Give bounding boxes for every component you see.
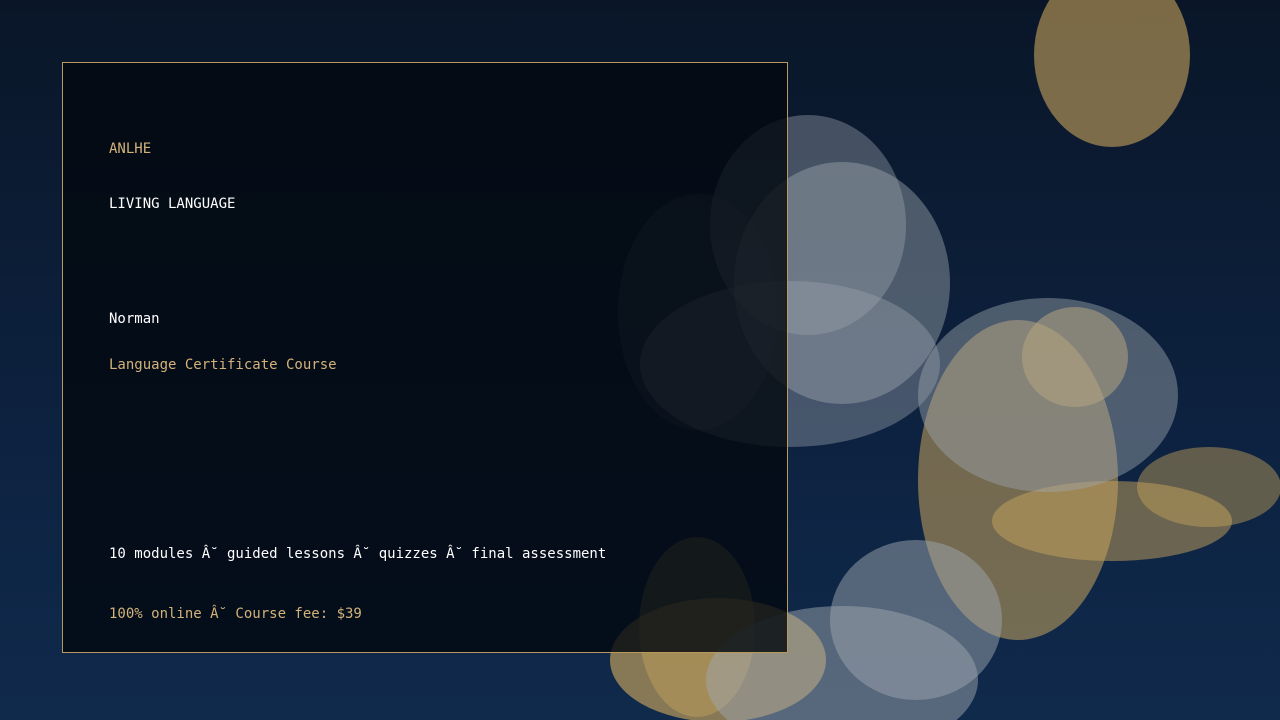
brand-tagline: LIVING LANGUAGE <box>109 196 236 212</box>
recipient-name: Norman <box>109 311 160 327</box>
course-title: Language Certificate Course <box>109 357 337 373</box>
bokeh-orb <box>1137 447 1280 527</box>
course-details: 10 modules Â˘ guided lessons Â˘ quizzes … <box>109 546 607 562</box>
bokeh-orb <box>918 298 1178 492</box>
bokeh-orb <box>1034 0 1190 147</box>
course-card: ANLHE LIVING LANGUAGE Norman Language Ce… <box>62 62 788 653</box>
course-fee: 100% online Â˘ Course fee: $39 <box>109 606 362 622</box>
brand-name: ANLHE <box>109 141 152 157</box>
